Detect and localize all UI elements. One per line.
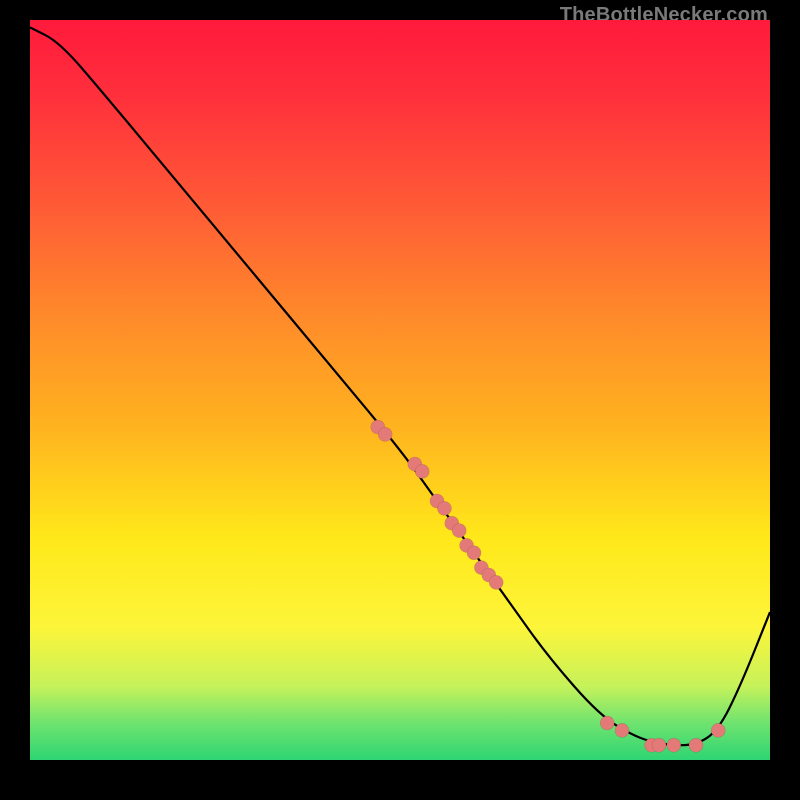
highlight-dot xyxy=(711,723,725,737)
highlight-dot xyxy=(615,723,629,737)
highlight-dot xyxy=(489,575,503,589)
highlight-dot xyxy=(667,738,681,752)
highlight-dot xyxy=(378,427,392,441)
highlight-dot xyxy=(689,738,703,752)
highlight-dot xyxy=(415,464,429,478)
dots-layer xyxy=(30,20,770,760)
highlight-dot xyxy=(600,716,614,730)
highlight-dot xyxy=(467,546,481,560)
highlight-dot xyxy=(652,738,666,752)
plot-area xyxy=(30,20,770,760)
highlight-dots xyxy=(371,420,725,752)
highlight-dot xyxy=(437,501,451,515)
highlight-dot xyxy=(452,524,466,538)
chart-container: TheBottleNecker.com xyxy=(0,0,800,800)
